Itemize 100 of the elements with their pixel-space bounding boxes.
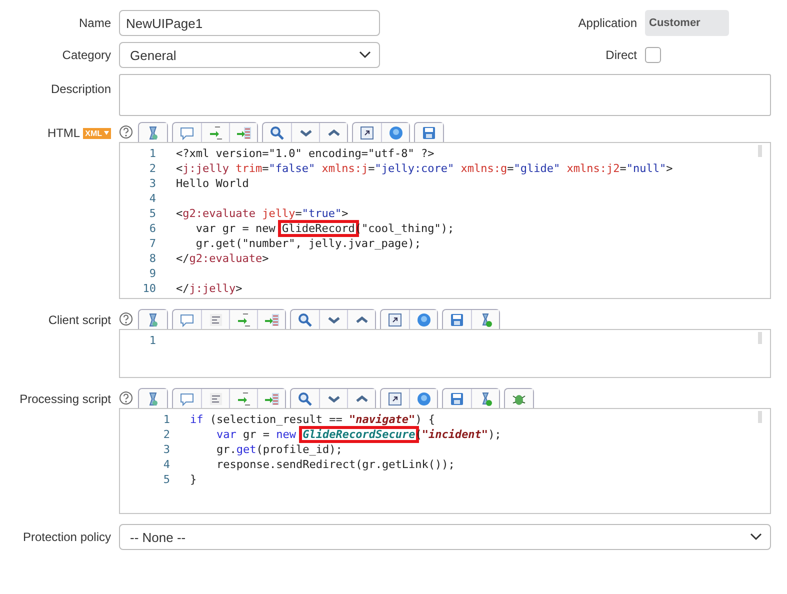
- toolbar-button[interactable]: [263, 123, 291, 142]
- toolbar-button[interactable]: [201, 123, 229, 142]
- field-label: Direct: [604, 48, 638, 62]
- toolbar-button[interactable]: [319, 123, 347, 142]
- toolbar-button[interactable]: [409, 389, 437, 408]
- search-icon: [297, 312, 313, 328]
- toolbar-button[interactable]: [471, 310, 499, 329]
- toolbar-button[interactable]: [471, 389, 499, 408]
- arrow-list-icon: [236, 124, 252, 140]
- category-select[interactable]: General: [119, 42, 380, 68]
- toolbar-button[interactable]: [173, 310, 201, 329]
- toolbar-button[interactable]: [291, 310, 319, 329]
- toolbar-button[interactable]: [291, 123, 319, 142]
- toolbar-button[interactable]: [347, 389, 375, 408]
- toolbar-button[interactable]: [229, 310, 257, 329]
- code-line: var gr = new GlideRecordSecure("incident");: [215, 427, 502, 442]
- toolbar-button[interactable]: [229, 389, 257, 408]
- toolbar-button[interactable]: [381, 389, 409, 408]
- field-label: Client script: [48, 313, 111, 327]
- field-label: Category: [61, 48, 112, 62]
- description-field[interactable]: [119, 74, 771, 116]
- expand-icon: [359, 124, 375, 140]
- code-line: if (selection_result == "navigate") {: [190, 412, 436, 427]
- expand-icon: [387, 312, 403, 328]
- scrollbar[interactable]: [758, 332, 762, 344]
- line-number: 1: [148, 333, 156, 348]
- field-label: Name: [78, 16, 112, 30]
- code-line: <g2:evaluate jelly="true">: [176, 206, 348, 221]
- arrow-icon: [208, 124, 224, 140]
- search-icon: [269, 124, 285, 140]
- toolbar-button[interactable]: [319, 310, 347, 329]
- speech-bubble-icon: [179, 124, 195, 140]
- line-number: 5: [148, 206, 156, 221]
- line-number: 1: [148, 146, 156, 161]
- toolbar-button[interactable]: [257, 389, 285, 408]
- code-line: </j:jelly>: [176, 281, 242, 296]
- toolbar-button[interactable]: [443, 389, 471, 408]
- line-number: 7: [148, 236, 156, 251]
- code-line: gr.get("number", jelly.jvar_page);: [194, 236, 422, 251]
- expand-icon: [387, 390, 403, 406]
- code-editor[interactable]: 1: [119, 329, 771, 378]
- toolbar-button[interactable]: [381, 310, 409, 329]
- toolbar-button[interactable]: [347, 310, 375, 329]
- line-number: 2: [162, 427, 170, 442]
- toolbar-button[interactable]: [201, 389, 229, 408]
- line-number: 4: [162, 457, 170, 472]
- line-number: 4: [148, 191, 156, 206]
- code-editor[interactable]: [119, 142, 771, 299]
- field-label: Protection policy: [22, 530, 112, 544]
- align-lines-icon: [208, 312, 224, 328]
- line-number: 5: [162, 472, 170, 487]
- toolbar-button[interactable]: [139, 389, 167, 408]
- toolbar-button[interactable]: [415, 123, 443, 142]
- toolbar-button[interactable]: [173, 123, 201, 142]
- field-label: HTML: [47, 126, 80, 140]
- field-label: Processing script: [20, 392, 111, 406]
- code-line: gr.get(profile_id);: [215, 442, 342, 457]
- toolbar-button[interactable]: [381, 123, 409, 142]
- toolbar-button[interactable]: [291, 389, 319, 408]
- toolbar-button[interactable]: [353, 123, 381, 142]
- arrow-icon: [236, 390, 252, 406]
- arrow-list-icon: [264, 312, 280, 328]
- line-number: 2: [148, 161, 156, 176]
- code-line: </g2:evaluate>: [176, 251, 269, 266]
- arrow-icon: [236, 312, 252, 328]
- arrow-list-icon: [264, 390, 280, 406]
- save-icon: [421, 124, 437, 140]
- code-editor[interactable]: 1 if (selection_result == "navigate") { 2 var gr = new GlideRecordSecure("incident"); 3 gr.get(profile_id); 4 response.sendRedirect(gr.getLink()); 5 }: [119, 408, 771, 514]
- line-number: 3: [162, 442, 170, 457]
- toolbar-button[interactable]: [139, 310, 167, 329]
- code-line: <?xml version="1.0" encoding="utf-8" ?>: [176, 146, 434, 161]
- toolbar-button[interactable]: [319, 389, 347, 408]
- toolbar-button[interactable]: [139, 123, 167, 142]
- speech-bubble-icon: [179, 390, 195, 406]
- line-number: 3: [148, 176, 156, 191]
- toolbar-button[interactable]: [229, 123, 257, 142]
- field-label: Application: [577, 16, 638, 30]
- save-icon: [449, 312, 465, 328]
- toolbar-button[interactable]: [443, 310, 471, 329]
- protection-policy-select[interactable]: -- None --: [119, 524, 771, 550]
- direct-checkbox[interactable]: [645, 47, 661, 63]
- code-line: <j:jelly trim="false" xmlns:j="jelly:core" xmlns:g="glide" xmlns:j2="null">: [176, 161, 673, 176]
- toolbar-button[interactable]: [257, 310, 285, 329]
- name-field[interactable]: NewUIPage1: [119, 10, 380, 36]
- speech-bubble-icon: [179, 312, 195, 328]
- scrollbar[interactable]: [758, 145, 762, 157]
- code-line: Hello World: [176, 176, 249, 191]
- save-icon: [449, 390, 465, 406]
- application-field: Customer: [645, 10, 729, 36]
- scrollbar[interactable]: [758, 411, 762, 423]
- toolbar-button[interactable]: [505, 389, 533, 408]
- line-number: 8: [148, 251, 156, 266]
- chevron-down-icon: [750, 533, 762, 541]
- align-lines-icon: [208, 390, 224, 406]
- toolbar-button[interactable]: [409, 310, 437, 329]
- toolbar-button[interactable]: [173, 389, 201, 408]
- line-number: 9: [148, 266, 156, 281]
- line-number: 6: [148, 221, 156, 236]
- code-line: }: [190, 472, 197, 487]
- toolbar-button[interactable]: [201, 310, 229, 329]
